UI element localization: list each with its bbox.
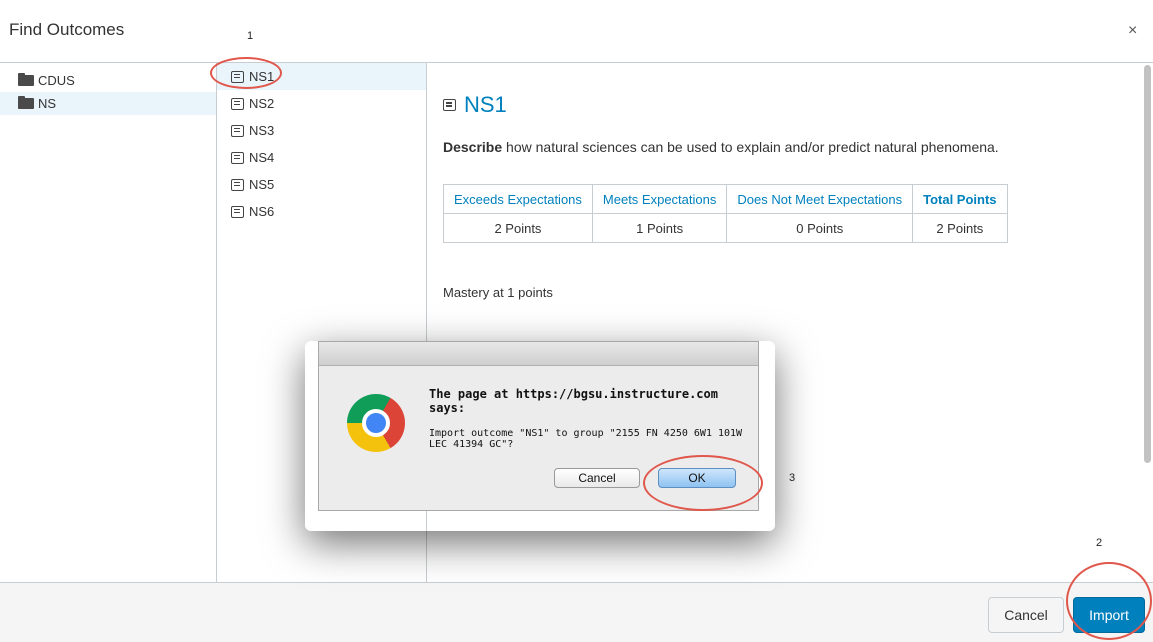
rubric-table: Exceeds Expectations Meets Expectations … (443, 184, 1008, 243)
outcome-icon (231, 151, 244, 164)
outcome-item-ns6[interactable]: NS6 (217, 198, 426, 225)
outcome-title: NS1 (443, 92, 507, 118)
cancel-button[interactable]: Cancel (988, 597, 1064, 633)
chrome-logo-icon (347, 394, 405, 452)
alert-cancel-button[interactable]: Cancel (554, 468, 640, 488)
outcome-label: NS5 (249, 177, 275, 192)
rubric-header: Meets Expectations (591, 184, 728, 214)
outcome-icon (231, 205, 244, 218)
outcome-label: NS6 (249, 204, 275, 219)
annotation-number: 3 (789, 472, 796, 484)
outcome-label: NS1 (249, 69, 275, 84)
rubric-header-total: Total Points (912, 184, 1008, 214)
rubric-value-total: 2 Points (912, 213, 1008, 243)
alert-ok-button[interactable]: OK (658, 468, 736, 488)
outcome-icon (443, 99, 456, 111)
annotation-number: 1 (247, 30, 254, 42)
close-icon[interactable]: × (1128, 22, 1137, 40)
outcome-item-ns4[interactable]: NS4 (217, 144, 426, 171)
outcome-icon (231, 124, 244, 137)
alert-message: Import outcome "NS1" to group "2155 FN 4… (429, 428, 743, 450)
dialog-header: Find Outcomes × (0, 0, 1153, 62)
folder-icon (18, 96, 34, 109)
alert-titlebar (319, 342, 758, 366)
rubric-value: 1 Points (591, 213, 728, 243)
outcome-icon (231, 178, 244, 191)
group-item-cdus[interactable]: CDUS (0, 69, 216, 92)
outcome-item-ns3[interactable]: NS3 (217, 117, 426, 144)
confirm-dialog: The page at https://bgsu.instructure.com… (318, 341, 759, 511)
outcome-item-ns1[interactable]: NS1 (217, 63, 426, 90)
outcome-groups-pane: CDUS NS (0, 62, 217, 582)
rubric-value: 2 Points (443, 213, 593, 243)
annotation-number: 2 (1096, 537, 1103, 549)
outcome-icon (231, 70, 244, 83)
rubric-values-row: 2 Points 1 Points 0 Points 2 Points (443, 213, 1008, 243)
alert-heading: The page at https://bgsu.instructure.com… (429, 387, 718, 415)
scrollbar[interactable] (1144, 65, 1151, 463)
outcome-icon (231, 97, 244, 110)
rubric-header-row: Exceeds Expectations Meets Expectations … (443, 184, 1008, 214)
description-text: how natural sciences can be used to expl… (502, 139, 999, 155)
dialog-title: Find Outcomes (9, 20, 125, 39)
description-verb: Describe (443, 139, 503, 155)
group-label: CDUS (38, 73, 75, 88)
outcome-label: NS3 (249, 123, 275, 138)
rubric-value: 0 Points (726, 213, 914, 243)
dialog-footer (0, 582, 1153, 642)
group-item-ns[interactable]: NS (0, 92, 216, 115)
outcome-label: NS2 (249, 96, 275, 111)
folder-icon (18, 73, 34, 86)
outcome-item-ns2[interactable]: NS2 (217, 90, 426, 117)
mastery-text: Mastery at 1 points (443, 285, 553, 300)
rubric-header: Exceeds Expectations (443, 184, 593, 214)
outcome-description: Describe how natural sciences can be use… (443, 139, 999, 155)
outcome-label: NS4 (249, 150, 275, 165)
import-button[interactable]: Import (1073, 597, 1145, 633)
outcome-title-text: NS1 (464, 92, 507, 117)
outcome-item-ns5[interactable]: NS5 (217, 171, 426, 198)
group-label: NS (38, 96, 57, 111)
rubric-header: Does Not Meet Expectations (726, 184, 914, 214)
